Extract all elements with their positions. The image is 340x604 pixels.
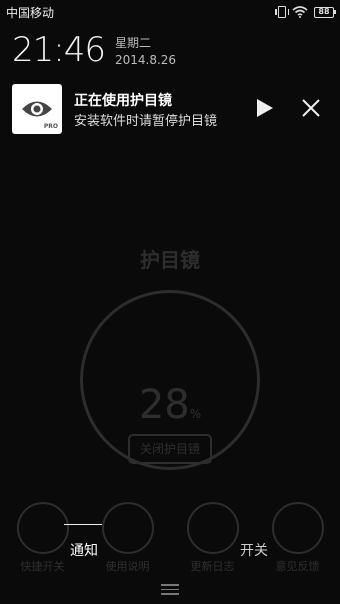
notification-title: 正在使用护目镜 (74, 93, 172, 109)
play-icon[interactable] (254, 97, 276, 119)
vibrate-icon (275, 6, 289, 18)
close-icon[interactable] (300, 97, 322, 119)
wifi-icon (292, 6, 308, 18)
pro-badge: PRO (43, 123, 58, 130)
gauge-value: 28% (0, 382, 340, 428)
notification[interactable]: PRO 正在使用护目镜 安装软件时请暂停护目镜 (0, 80, 340, 136)
gauge-number: 28 (138, 382, 190, 428)
toggle-eye-protection-button: 关闭护目镜 (128, 434, 212, 464)
notification-text: 安装软件时请暂停护目镜 (74, 114, 218, 129)
weekday-label: 星期二 (114, 36, 151, 50)
date-label: 2014.8.26 (114, 53, 177, 67)
clock: 21:46 星期二 2014.8.26 (12, 30, 176, 70)
drawer-handle-icon[interactable] (161, 584, 179, 596)
drawer-tabs: 通知 开关 (0, 524, 340, 564)
bg-app-title: 护目镜 (140, 248, 200, 272)
status-bar: 中国移动 88 (0, 0, 340, 24)
tab-switches[interactable]: 开关 (240, 540, 268, 560)
tab-indicator (64, 524, 102, 525)
carrier-label: 中国移动 (6, 5, 55, 20)
clock-time: 21:46 (12, 30, 106, 70)
date-block: 星期二 2014.8.26 (115, 35, 176, 69)
app-icon: PRO (12, 84, 62, 134)
tab-notifications[interactable]: 通知 (70, 540, 98, 560)
gauge-unit: % (189, 407, 202, 421)
status-icons: 88 (275, 6, 336, 18)
battery-icon: 88 (314, 6, 336, 18)
